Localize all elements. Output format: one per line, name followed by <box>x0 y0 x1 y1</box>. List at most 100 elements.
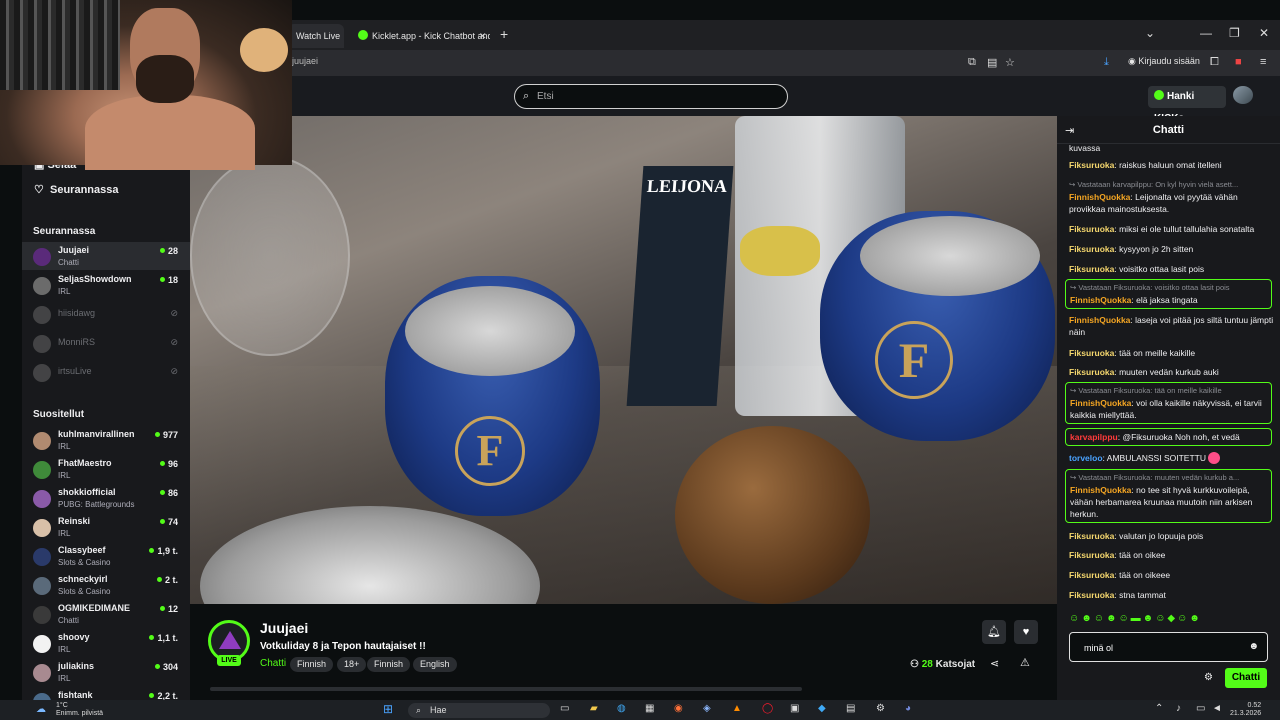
sidebar-channel-seljasshowdown[interactable]: SeljasShowdown IRL 18 <box>22 271 190 299</box>
sidebar-channel-monnirs[interactable]: MonniRS ⊘ <box>22 329 190 357</box>
tag-chip[interactable]: English <box>413 657 457 672</box>
tray-chevron-icon[interactable]: ⌃ <box>1155 703 1163 714</box>
chat-input[interactable]: minä ol ☻ <box>1069 632 1268 662</box>
close-window-icon[interactable]: ✕ <box>1259 26 1269 40</box>
chat-message: ↪ Vastataan karvapilppu: On kyl hyvin vi… <box>1069 179 1274 215</box>
task-view-icon[interactable]: ▭ <box>560 703 569 714</box>
username[interactable]: Fiksuruoka <box>1069 531 1114 541</box>
channel-name: OGMIKEDIMANE <box>58 603 130 613</box>
maximize-icon[interactable]: ❐ <box>1229 26 1240 40</box>
username[interactable]: Fiksuruoka <box>1069 348 1114 358</box>
taskbar-search[interactable]: ⌕ Hae <box>408 703 550 718</box>
microphone-icon[interactable]: ♪ <box>1176 703 1181 714</box>
sidebar-channel-recommended[interactable]: OGMIKEDIMANE Chatti 12 <box>22 600 190 628</box>
share-icon[interactable]: ⋖ <box>990 657 999 670</box>
terminal-icon[interactable]: ▣ <box>790 703 799 714</box>
send-chat-button[interactable]: Chatti <box>1225 668 1267 688</box>
app-icon[interactable]: ⚙ <box>876 703 885 714</box>
steam-icon[interactable]: ◈ <box>703 703 711 714</box>
tag-chip[interactable]: 18+ <box>337 657 367 672</box>
stream-category[interactable]: Chatti <box>260 658 286 669</box>
sidebar-channel-recommended[interactable]: shokkiofficial PUBG: Battlegrounds 86 <box>22 484 190 512</box>
chat-title: Chatti <box>1152 124 1185 136</box>
file-explorer-icon[interactable]: ▰ <box>590 703 598 714</box>
username[interactable]: FinnishQuokka <box>1070 398 1131 408</box>
addon-badge-icon[interactable]: ■ <box>1235 56 1242 68</box>
channel-category: Chatti <box>58 258 79 267</box>
tab-watch-live[interactable]: Watch Live✕ <box>288 24 344 48</box>
sidebar-channel-juujaei[interactable]: Juujaei Chatti 28 <box>22 242 190 270</box>
url-field[interactable]: juujaei <box>292 56 318 66</box>
sign-in-button[interactable]: ◉ Kirjaudu sisään <box>1128 56 1200 67</box>
new-tab-icon[interactable]: + <box>500 26 508 42</box>
reader-view-icon[interactable]: ▤ <box>987 56 997 69</box>
extensions-icon[interactable]: ⧠ <box>1210 56 1219 69</box>
username[interactable]: torveloo <box>1069 453 1103 463</box>
sidebar-channel-recommended[interactable]: juliakins IRL 304 <box>22 658 190 686</box>
sidebar-channel-recommended[interactable]: FhatMaestro IRL 96 <box>22 455 190 483</box>
username[interactable]: Fiksuruoka <box>1069 590 1114 600</box>
streamer-name[interactable]: Juujaei <box>260 620 308 636</box>
app-icon[interactable]: ▤ <box>846 703 855 714</box>
sidebar-channel-recommended[interactable]: kuhlmanvirallinen IRL 977 <box>22 426 190 454</box>
opera-icon[interactable]: ◯ <box>762 703 773 714</box>
username[interactable]: FinnishQuokka <box>1070 485 1131 495</box>
chat-input-value: minä ol <box>1084 643 1114 653</box>
sidebar-channel-recommended[interactable]: shoovy IRL 1,1 t. <box>22 629 190 657</box>
weather-widget[interactable]: 1°C Enimm. pilvistä <box>56 702 103 718</box>
firefox-icon[interactable]: ◉ <box>674 703 683 714</box>
avatar <box>33 364 51 382</box>
download-icon[interactable]: ⤓ <box>1104 56 1109 69</box>
sidebar-channel-recommended[interactable]: Classybeef Slots & Casino 1,9 t. <box>22 542 190 570</box>
video-player[interactable]: LEIJONA F F <box>190 116 1057 604</box>
clock-time: 0.52 <box>1247 702 1262 709</box>
username[interactable]: karvapilppu <box>1070 432 1118 442</box>
network-icon[interactable]: ▭ <box>1196 703 1205 714</box>
sidebar-channel-hiisidawg[interactable]: hiisidawg ⊘ <box>22 300 190 328</box>
windows-start-icon[interactable]: ⊞ <box>383 702 393 716</box>
system-clock[interactable]: 0.52 21.3.2026 <box>1230 702 1261 718</box>
username[interactable]: FinnishQuokka <box>1070 295 1131 305</box>
reply-context: ↪ Vastataan karvapilppu: On kyl hyvin vi… <box>1069 180 1239 189</box>
vlc-icon[interactable]: ▲ <box>732 703 742 714</box>
user-avatar[interactable] <box>1233 86 1253 104</box>
sidebar-channel-recommended[interactable]: Reinski IRL 74 <box>22 513 190 541</box>
emoji-picker-icon[interactable]: ☻ <box>1248 641 1259 652</box>
username[interactable]: Fiksuruoka <box>1069 264 1114 274</box>
tab-kicklet[interactable]: Kicklet.app - Kick Chatbot and C <box>350 24 490 48</box>
sidebar-channel-irtsulive[interactable]: irtsuLive ⊘ <box>22 358 190 386</box>
edge-icon[interactable]: ◍ <box>617 703 626 714</box>
screenshot-icon[interactable]: ⧉ <box>968 56 976 69</box>
discord-icon[interactable]: ◕ <box>905 703 911 714</box>
store-icon[interactable]: ▦ <box>645 703 654 714</box>
username[interactable]: Fiksuruoka <box>1069 244 1114 254</box>
report-warning-icon[interactable]: ⚠ <box>1020 656 1030 669</box>
notification-bell-button[interactable]: 🔔︎ <box>982 620 1006 644</box>
menu-icon[interactable]: ≡ <box>1260 56 1266 68</box>
weather-icon[interactable]: ☁ <box>36 704 46 715</box>
page-scrollbar[interactable] <box>210 687 802 691</box>
app-icon[interactable]: ◆ <box>818 703 826 714</box>
minimize-icon[interactable]: — <box>1200 26 1212 40</box>
username[interactable]: Fiksuruoka <box>1069 367 1114 377</box>
volume-icon[interactable]: ◄ <box>1212 703 1222 714</box>
nav-following[interactable]: ♡ Seurannassa <box>34 183 118 196</box>
tag-chip[interactable]: Finnish <box>367 657 411 672</box>
get-kicks-button[interactable]: Hanki KICKs <box>1148 86 1226 124</box>
search-input[interactable]: ⌕ Etsi <box>514 84 788 109</box>
username[interactable]: FinnishQuokka <box>1069 192 1130 202</box>
tag-chip[interactable]: Finnish <box>290 657 334 672</box>
bookmark-star-icon[interactable]: ☆ <box>1005 56 1015 69</box>
username[interactable]: Fiksuruoka <box>1069 224 1114 234</box>
tab-list-chevron-icon[interactable]: ⌄ <box>1145 26 1155 40</box>
chat-message-highlighted: karvapilppu: @Fiksuruoka Noh noh, et ved… <box>1065 428 1272 446</box>
username[interactable]: Fiksuruoka <box>1069 570 1114 580</box>
chat-settings-gear-icon[interactable]: ⚙ <box>1204 672 1213 683</box>
close-tab-icon[interactable]: ✕ <box>479 31 487 42</box>
follow-heart-button[interactable]: ♥ <box>1014 620 1038 644</box>
username[interactable]: Fiksuruoka <box>1069 550 1114 560</box>
username[interactable]: FinnishQuokka <box>1069 315 1130 325</box>
emote-bar[interactable]: ☺☻☺☻☺▬☻☺◆☺☻ <box>1069 613 1269 627</box>
sidebar-channel-recommended[interactable]: schneckyirl Slots & Casino 2 t. <box>22 571 190 599</box>
username[interactable]: Fiksuruoka <box>1069 160 1114 170</box>
